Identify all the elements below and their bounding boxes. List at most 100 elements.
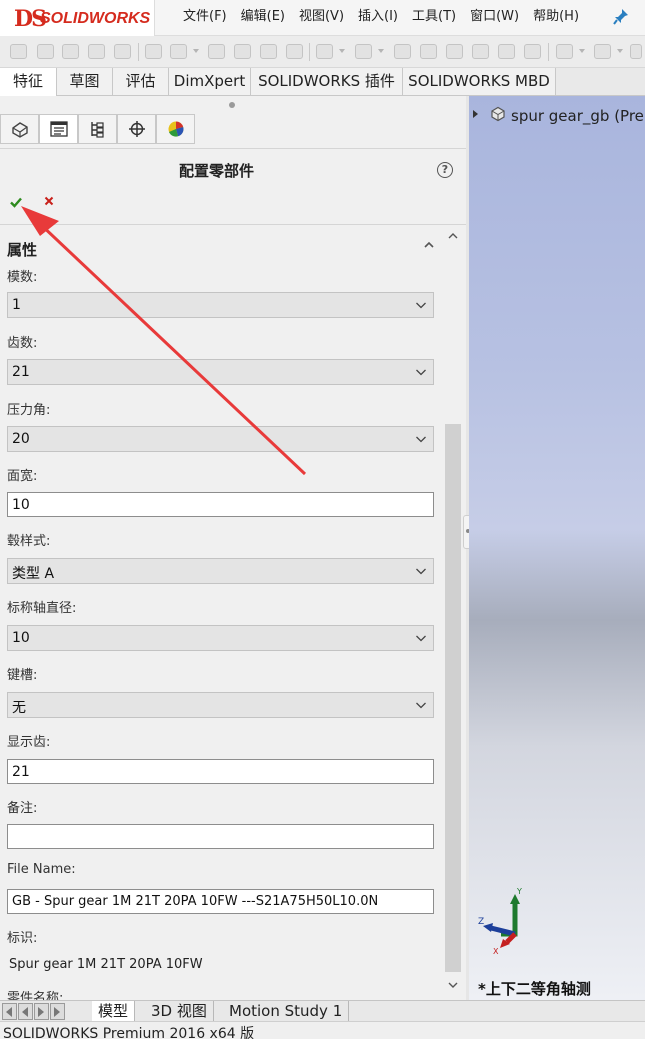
chevron-down-icon (416, 702, 426, 709)
lofted-boss-icon[interactable] (88, 44, 105, 59)
tab-dimxpert[interactable]: DimXpert (169, 68, 251, 95)
panel-grip-handle[interactable] (229, 102, 235, 108)
swept-cut-icon[interactable] (234, 44, 251, 59)
cancel-button[interactable] (43, 195, 59, 211)
comment-input[interactable] (7, 824, 434, 849)
panel-scrollbar[interactable] (442, 228, 464, 1000)
keyway-value: 无 (12, 700, 26, 716)
menu-file[interactable]: 文件(F) (176, 0, 234, 36)
chevron-down-icon[interactable] (579, 49, 585, 53)
last-tab-button[interactable] (50, 1003, 65, 1020)
pressure-angle-value: 20 (12, 431, 30, 447)
file-name-input[interactable]: GB - Spur gear 1M 21T 20PA 10FW ---S21A7… (7, 889, 434, 914)
properties-group-header[interactable]: 属性 (0, 237, 442, 261)
revolved-boss-icon[interactable] (37, 44, 54, 59)
rib-icon[interactable] (394, 44, 411, 59)
ok-checkmark-button[interactable] (9, 195, 25, 211)
linear-pattern-icon[interactable] (355, 44, 372, 59)
tab-features[interactable]: 特征 (0, 68, 57, 96)
menu-insert[interactable]: 插入(I) (351, 0, 405, 36)
boundary-boss-icon[interactable] (114, 44, 131, 59)
tab-evaluate[interactable]: 评估 (113, 68, 169, 95)
part-icon (491, 106, 505, 122)
tab-featuremanager[interactable] (0, 114, 39, 144)
boundary-cut-icon[interactable] (286, 44, 303, 59)
hole-wizard-icon[interactable] (170, 44, 187, 59)
module-dropdown[interactable]: 1 (7, 292, 434, 318)
checkmark-icon (10, 197, 22, 208)
help-icon[interactable]: ? (437, 162, 453, 178)
teeth-count-value: 21 (12, 364, 30, 380)
revolved-cut-icon[interactable] (208, 44, 225, 59)
tab-solidworks-addins[interactable]: SOLIDWORKS 插件 (251, 68, 403, 95)
first-tab-button[interactable] (2, 1003, 17, 1020)
lofted-cut-icon[interactable] (260, 44, 277, 59)
wrap-icon[interactable] (420, 44, 437, 59)
pin-icon[interactable] (613, 8, 629, 26)
curves-icon[interactable] (594, 44, 611, 59)
chevron-down-icon[interactable] (193, 49, 199, 53)
display-teeth-input[interactable]: 21 (7, 759, 434, 784)
chevron-down-icon (416, 568, 426, 575)
teeth-count-label: 齿数: (7, 336, 38, 351)
dimxpertmanager-icon (129, 121, 145, 137)
swept-boss-icon[interactable] (62, 44, 79, 59)
tab-propertymanager[interactable] (39, 114, 78, 144)
tab-3d-view[interactable]: 3D 视图 (145, 1001, 214, 1022)
pressure-angle-dropdown[interactable]: 20 (7, 426, 434, 452)
chevron-down-icon[interactable] (378, 49, 384, 53)
bottom-tabs: 模型 3D 视图 Motion Study 1 (0, 1000, 645, 1022)
scroll-up-icon[interactable] (448, 231, 458, 241)
nominal-shaft-diameter-dropdown[interactable]: 10 (7, 625, 434, 651)
menu-help[interactable]: 帮助(H) (526, 0, 586, 36)
keyway-dropdown[interactable]: 无 (7, 692, 434, 718)
chevron-down-icon (416, 369, 426, 376)
brand-name: SOLIDWORKS (40, 10, 151, 27)
fillet-icon[interactable] (316, 44, 333, 59)
tab-dimxpertmanager[interactable] (117, 114, 156, 144)
divider (0, 148, 466, 149)
toolbar-separator (548, 43, 549, 61)
property-manager-panel: 配置零部件 ? 属性 模数: 1 齿数: 21 压力角: 20 面宽: 10 毂… (0, 96, 466, 1000)
extruded-boss-icon[interactable] (10, 44, 27, 59)
chevron-down-icon[interactable] (617, 49, 623, 53)
comment-label: 备注: (7, 801, 38, 816)
tab-sketch[interactable]: 草图 (57, 68, 113, 95)
tab-solidworks-mbd[interactable]: SOLIDWORKS MBD (403, 68, 556, 95)
scroll-down-icon[interactable] (448, 980, 458, 990)
menu-window[interactable]: 窗口(W) (463, 0, 526, 36)
flyout-tree-part-name[interactable]: spur gear_gb (Pre (511, 107, 644, 125)
chevron-down-icon[interactable] (339, 49, 345, 53)
tab-motion-study[interactable]: Motion Study 1 (223, 1001, 350, 1022)
menu-view[interactable]: 视图(V) (292, 0, 351, 36)
menu-edit[interactable]: 编辑(E) (234, 0, 292, 36)
close-icon (44, 196, 54, 206)
tab-displaymanager[interactable] (156, 114, 195, 144)
graphics-viewport[interactable]: spur gear_gb (Pre Y Z X *上下二等角轴测 (469, 96, 645, 1000)
file-name-label: File Name: (7, 862, 76, 877)
nominal-shaft-diameter-value: 10 (12, 630, 30, 646)
instant3d-icon[interactable] (630, 44, 642, 59)
chevron-up-icon[interactable] (423, 239, 435, 251)
tab-model[interactable]: 模型 (92, 1001, 136, 1022)
next-tab-button[interactable] (34, 1003, 49, 1020)
extruded-cut-icon[interactable] (145, 44, 162, 59)
mirror-icon[interactable] (524, 44, 541, 59)
teeth-count-dropdown[interactable]: 21 (7, 359, 434, 385)
solidworks-logo[interactable]: DS SOLIDWORKS (0, 0, 155, 36)
hub-style-dropdown[interactable]: 类型 A (7, 558, 434, 584)
face-width-input[interactable]: 10 (7, 492, 434, 517)
scrollbar-thumb[interactable] (445, 424, 461, 972)
draft-icon[interactable] (446, 44, 463, 59)
chevron-down-icon (416, 635, 426, 642)
tab-configurationmanager[interactable] (78, 114, 117, 144)
property-manager-title: 配置零部件 (178, 162, 254, 180)
intersect-icon[interactable] (498, 44, 515, 59)
group-title: 属性 (7, 241, 38, 259)
menu-tools[interactable]: 工具(T) (405, 0, 463, 36)
featuremanager-icon (12, 122, 28, 138)
tree-expand-icon[interactable] (473, 110, 478, 118)
reference-geometry-icon[interactable] (556, 44, 573, 59)
prev-tab-button[interactable] (18, 1003, 33, 1020)
shell-icon[interactable] (472, 44, 489, 59)
